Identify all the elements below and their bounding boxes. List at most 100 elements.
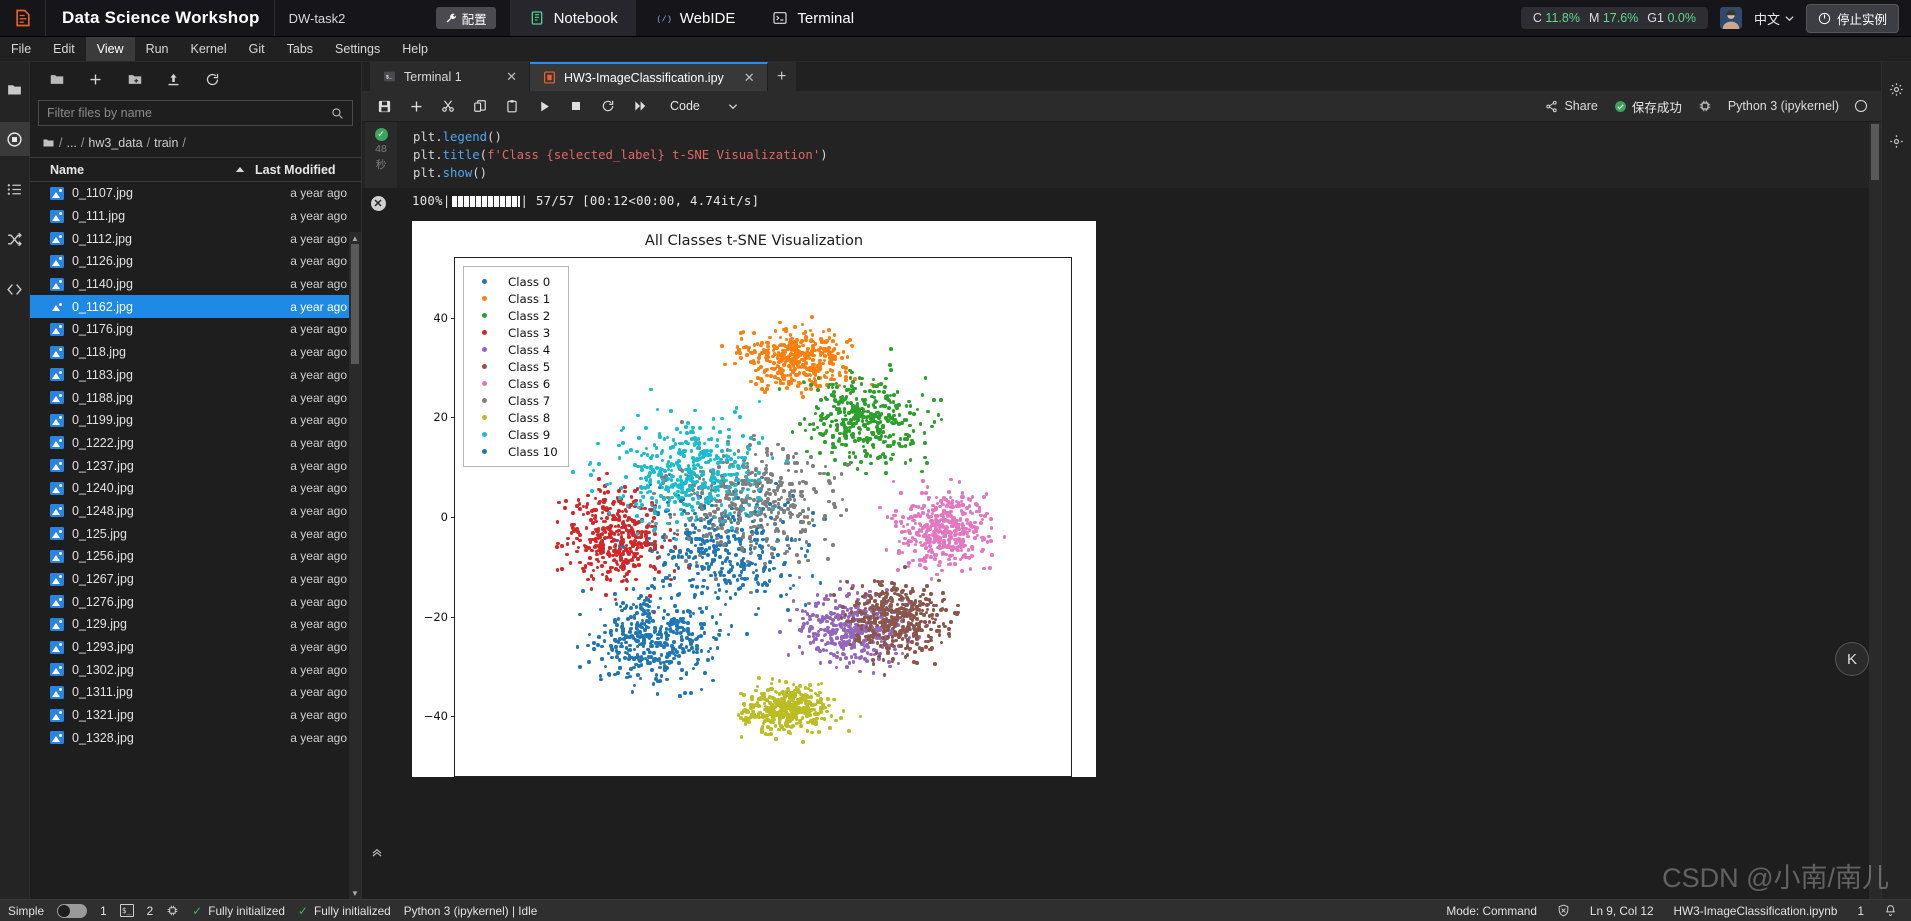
stop-output-icon[interactable]: ✕ [370,196,386,211]
file-row[interactable]: 0_118.jpg a year ago [30,341,361,364]
config-button[interactable]: 配置 [435,7,496,29]
menu-item-edit[interactable]: Edit [42,37,86,61]
file-row[interactable]: 0_1162.jpg a year ago [30,295,361,319]
stop-icon[interactable] [568,98,584,114]
file-filter-box[interactable] [38,100,353,126]
restart-icon[interactable] [600,98,616,114]
top-tab-webide[interactable]: (/) WebIDE [636,0,754,36]
cut-icon[interactable] [440,98,456,114]
column-header-last-modified[interactable]: Last Modified [255,163,355,177]
sidebar-item-git-shuffle[interactable] [0,222,30,256]
file-list-scrollbar[interactable] [349,244,361,887]
menu-item-run[interactable]: Run [135,37,180,61]
file-row[interactable]: 0_1267.jpg a year ago [30,568,361,591]
menu-item-kernel[interactable]: Kernel [180,37,238,61]
file-row[interactable]: 0_1237.jpg a year ago [30,454,361,477]
menu-item-settings[interactable]: Settings [324,37,391,61]
column-header-name[interactable]: Name [50,163,255,177]
file-row[interactable]: 0_1176.jpg a year ago [30,318,361,341]
notebook-scrollbar[interactable] [1869,122,1881,899]
file-row[interactable]: 0_1222.jpg a year ago [30,432,361,455]
copy-icon[interactable] [472,98,488,114]
user-avatar[interactable] [1719,7,1742,29]
save-icon[interactable] [376,98,392,114]
sidebar-item-running-terminals[interactable] [0,122,30,156]
share-button[interactable]: Share [1545,99,1598,113]
breadcrumb-root-icon[interactable] [42,137,55,149]
search-input[interactable] [47,106,331,120]
refresh-icon[interactable] [204,71,221,88]
cell-type-select[interactable]: Code [670,99,738,113]
file-row[interactable]: 0_1302.jpg a year ago [30,658,361,681]
menu-item-file[interactable]: File [0,37,42,61]
scatter-point [882,672,887,677]
file-row[interactable]: 0_1328.jpg a year ago [30,727,361,750]
kernel-switch-icon[interactable] [1698,99,1712,113]
code-editor[interactable]: plt.legend() plt.title(f'Class {selected_… [397,122,1869,188]
simple-mode-toggle[interactable] [57,903,88,918]
file-row[interactable]: 0_1276.jpg a year ago [30,590,361,613]
file-row[interactable]: 0_1112.jpg a year ago [30,227,361,250]
file-row[interactable]: 0_1107.jpg a year ago [30,182,361,205]
scatter-point [906,622,911,626]
settings-gear-icon[interactable] [1882,72,1911,106]
add-tab-icon[interactable]: + [767,62,796,91]
close-icon[interactable]: ✕ [732,70,755,86]
paste-icon[interactable] [504,98,520,114]
file-row[interactable]: 0_1311.jpg a year ago [30,681,361,704]
file-list-scroll-up-arrow[interactable]: ▲ [349,232,361,244]
menu-item-tabs[interactable]: Tabs [276,37,324,61]
search-icon[interactable] [331,107,344,120]
scatter-point [745,451,750,456]
top-tab-terminal[interactable]: Terminal [753,0,872,36]
file-row[interactable]: 0_1126.jpg a year ago [30,250,361,273]
file-row[interactable]: 0_1140.jpg a year ago [30,273,361,296]
breadcrumb-train[interactable]: train [154,136,178,150]
folder-icon[interactable] [48,71,65,88]
floating-assistant-button[interactable]: K [1835,642,1869,676]
top-tab-notebook[interactable]: Notebook [509,0,636,36]
restart-run-all-icon[interactable] [632,98,648,114]
file-row[interactable]: 0_125.jpg a year ago [30,522,361,545]
file-row[interactable]: 0_1199.jpg a year ago [30,409,361,432]
file-row[interactable]: 0_1248.jpg a year ago [30,500,361,523]
breadcrumb-hw3-data[interactable]: hw3_data [88,136,142,150]
kernel-status[interactable]: Python 3 (ipykernel) | Idle [404,904,538,918]
file-row[interactable]: 0_1293.jpg a year ago [30,636,361,659]
sidebar-item-file-browser[interactable] [0,72,30,106]
bell-icon[interactable] [1884,904,1897,917]
file-row[interactable]: 0_111.jpg a year ago [30,205,361,228]
file-row[interactable]: 0_1256.jpg a year ago [30,545,361,568]
sidebar-item-commands[interactable] [0,172,30,206]
upload-icon[interactable] [165,71,182,88]
menu-item-view[interactable]: View [85,37,135,61]
breadcrumb-ellipsis[interactable]: ... [66,136,76,150]
scatter-point [765,453,770,457]
language-selector[interactable]: 中文 [1754,9,1794,28]
doc-tab-terminal-1[interactable]: $_ Terminal 1 ✕ [370,62,530,91]
run-icon[interactable] [536,98,552,114]
scatter-point [769,374,773,378]
scatter-point [696,437,701,441]
notebook-scrollbar-thumb[interactable] [1871,124,1879,180]
file-row[interactable]: 0_1188.jpg a year ago [30,386,361,409]
app-logo-icon[interactable] [0,0,46,36]
doc-tab-notebook[interactable]: HW3-ImageClassification.ipy ✕ [530,62,768,91]
file-list-scroll-down-arrow[interactable]: ▼ [349,887,361,899]
stop-instance-button[interactable]: 停止实例 [1805,3,1899,33]
new-launcher-icon[interactable] [87,71,104,88]
new-folder-icon[interactable] [126,71,143,88]
menu-item-help[interactable]: Help [391,37,439,61]
property-inspector-icon[interactable] [1882,124,1911,158]
kernel-name[interactable]: Python 3 (ipykernel) [1728,99,1839,113]
sidebar-item-extensions[interactable] [0,272,30,306]
menu-item-git[interactable]: Git [238,37,276,61]
file-row[interactable]: 0_1321.jpg a year ago [30,704,361,727]
file-row[interactable]: 0_129.jpg a year ago [30,613,361,636]
collapse-output-button[interactable] [370,845,384,859]
insert-cell-icon[interactable] [408,98,424,114]
file-row[interactable]: 0_1183.jpg a year ago [30,364,361,387]
close-icon[interactable]: ✕ [494,69,517,85]
code-cell[interactable]: ✓ 48 秒 plt.legend() plt.title(f'Class {se… [362,122,1869,188]
file-row[interactable]: 0_1240.jpg a year ago [30,477,361,500]
